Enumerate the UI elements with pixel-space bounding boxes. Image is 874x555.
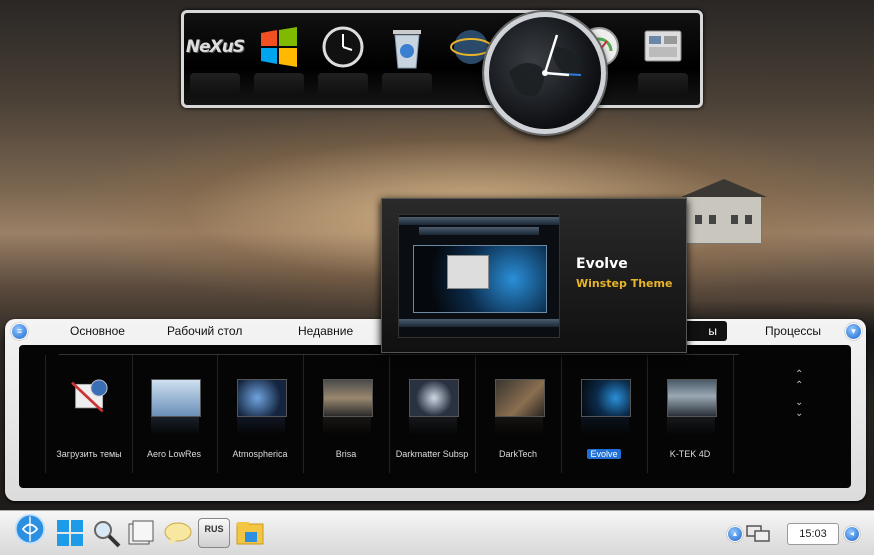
search-icon[interactable] — [90, 517, 122, 549]
theme-item-brisa[interactable]: Brisa — [303, 355, 390, 473]
control-panel-icon[interactable] — [638, 21, 688, 73]
theme-list: Загрузить темы Aero LowRes Atmospherica … — [45, 345, 745, 488]
windows-tiles-icon[interactable] — [54, 517, 86, 549]
tab-themes-label: ы — [708, 324, 717, 338]
task-switcher-icon[interactable] — [126, 517, 158, 549]
tab-basic[interactable]: Основное — [70, 324, 125, 338]
theme-item-evolve[interactable]: Evolve — [561, 355, 648, 473]
recycle-bin-icon[interactable] — [382, 21, 432, 73]
theme-item-load[interactable]: Загрузить темы — [45, 355, 133, 473]
theme-preview-popup: Evolve Winstep Theme — [381, 198, 687, 353]
explorer-folder-icon[interactable] — [234, 517, 266, 549]
dock: NeXuS — [181, 10, 703, 108]
tab-desktop[interactable]: Рабочий стол — [167, 324, 242, 338]
theme-item-atmospherica[interactable]: Atmospherica — [217, 355, 304, 473]
theme-thumbnail — [581, 379, 631, 417]
start-orb-icon[interactable] — [14, 513, 46, 545]
language-indicator[interactable]: RUS — [198, 517, 230, 549]
system-clock[interactable]: 15:03 — [787, 523, 839, 545]
scroll-down-icon[interactable]: ⌄ ⌄ — [795, 397, 803, 419]
nexus-logo-text: NeXuS — [185, 37, 245, 57]
theme-label: Brisa — [335, 449, 357, 459]
tray-expand-button[interactable]: ▴ — [727, 526, 743, 542]
theme-thumbnail — [667, 379, 717, 417]
theme-label: Darkmatter Subsp — [395, 449, 469, 459]
scroll-up-icon[interactable]: ⌃ ⌃ — [795, 369, 803, 391]
selected-label: Evolve — [587, 449, 621, 459]
theme-thumbnail — [151, 379, 201, 417]
theme-label: K-TEK 4D — [669, 449, 711, 459]
theme-label-selected: Evolve — [561, 449, 647, 459]
clock-icon[interactable] — [318, 21, 368, 73]
network-status-icon[interactable] — [744, 519, 772, 547]
theme-item-ktek-4d[interactable]: K-TEK 4D — [647, 355, 734, 473]
theme-label: Aero LowRes — [146, 449, 202, 459]
load-themes-icon — [71, 379, 108, 413]
theme-label: DarkTech — [498, 449, 537, 459]
theme-preview-image — [398, 214, 560, 338]
theme-list-area: Загрузить темы Aero LowRes Atmospherica … — [19, 345, 851, 488]
tab-processes[interactable]: Процессы — [765, 324, 821, 338]
world-clock-icon[interactable] — [484, 12, 606, 134]
theme-item-darktech[interactable]: DarkTech — [475, 355, 562, 473]
tab-recent[interactable]: Недавние — [298, 324, 353, 338]
theme-item-aero-lowres[interactable]: Aero LowRes — [131, 355, 218, 473]
taskbar: RUS ▴ 15:03 ◂ — [0, 510, 874, 555]
popup-theme-title: Evolve — [576, 256, 628, 272]
chat-bubble-icon[interactable] — [162, 517, 194, 549]
language-label: RUS — [198, 518, 230, 548]
theme-item-darkmatter[interactable]: Darkmatter Subsp — [389, 355, 476, 473]
theme-thumbnail — [237, 379, 287, 417]
theme-label: Загрузить темы — [56, 449, 122, 459]
theme-thumbnail — [323, 379, 373, 417]
nexus-logo[interactable]: NeXuS — [186, 21, 245, 73]
show-desktop-button[interactable]: ◂ — [844, 526, 860, 542]
windows-logo-icon[interactable] — [254, 21, 304, 73]
popup-theme-subtitle: Winstep Theme — [576, 277, 673, 290]
theme-thumbnail — [495, 379, 545, 417]
panel-collapse-button[interactable]: ▾ — [845, 323, 862, 340]
wallpaper-house — [681, 179, 767, 244]
theme-label: Atmospherica — [232, 449, 288, 459]
theme-thumbnail — [409, 379, 459, 417]
panel-menu-button[interactable]: ≡ — [11, 323, 28, 340]
